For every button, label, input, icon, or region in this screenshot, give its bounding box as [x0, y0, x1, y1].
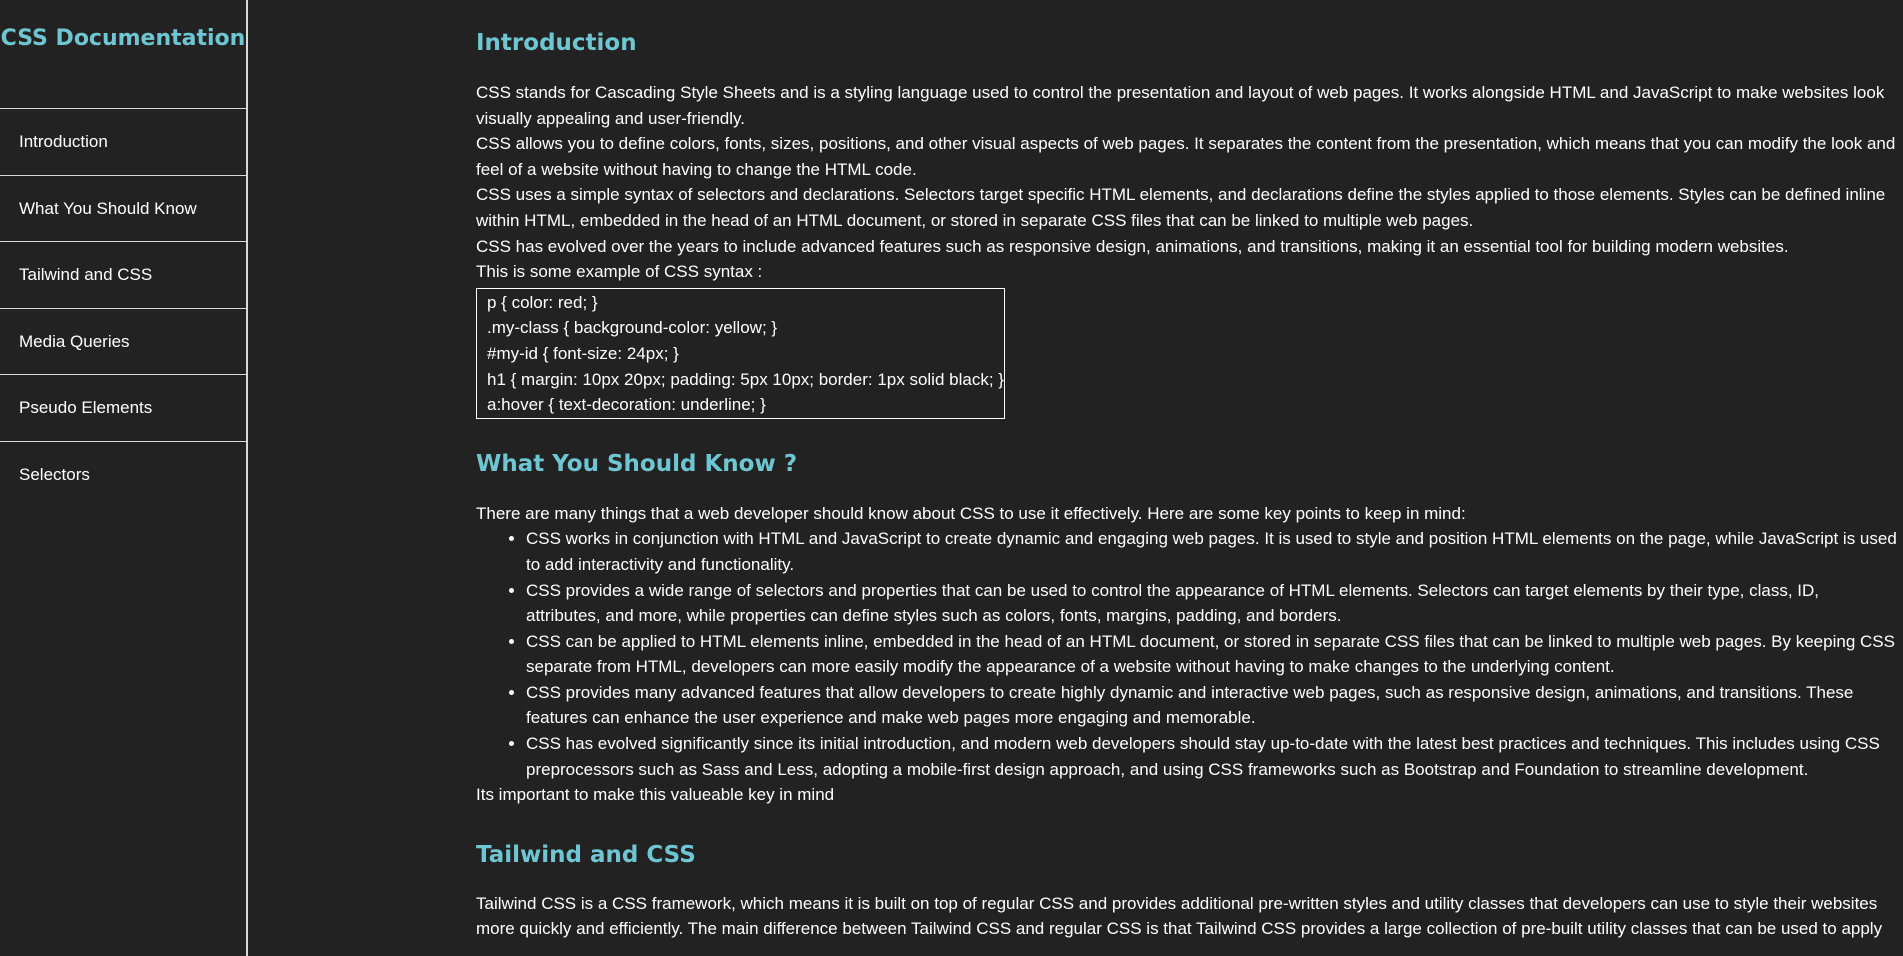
section-introduction: Introduction CSS stands for Cascading St…: [476, 28, 1897, 419]
main-doc: Introduction CSS stands for Cascading St…: [476, 0, 1897, 942]
intro-paragraph-5: This is some example of CSS syntax :: [476, 262, 763, 282]
section-tailwind-and-css: Tailwind and CSS Tailwind CSS is a CSS f…: [476, 840, 1897, 942]
nav-link-pseudo-elements[interactable]: Pseudo Elements: [0, 375, 246, 442]
section-title-tailwind-and-css: Tailwind and CSS: [476, 841, 696, 868]
nav-link-what-you-should-know[interactable]: What You Should Know: [0, 176, 246, 242]
list-item: CSS has evolved significantly since its …: [526, 731, 1897, 782]
intro-paragraph-2: CSS allows you to define colors, fonts, …: [476, 134, 1896, 179]
nav-link-tailwind-and-css[interactable]: Tailwind and CSS: [0, 242, 246, 309]
section-what-you-should-know: What You Should Know ? There are many th…: [476, 449, 1897, 808]
key-points-list: CSS works in conjunction with HTML and J…: [476, 526, 1897, 782]
wysk-intro: There are many things that a web develop…: [476, 503, 1466, 523]
nav-link-introduction[interactable]: Introduction: [0, 109, 246, 176]
list-item: CSS can be applied to HTML elements inli…: [526, 629, 1897, 680]
intro-paragraph-3: CSS uses a simple syntax of selectors an…: [476, 185, 1886, 230]
sidebar-nav: CSS Documentation Introduction What You …: [0, 0, 248, 956]
code-line: a:hover { text-decoration: underline; }: [487, 395, 766, 415]
code-line: .my-class { background-color: yellow; }: [487, 318, 778, 338]
section-title-what-you-should-know: What You Should Know ?: [476, 450, 798, 477]
list-item: CSS provides a wide range of selectors a…: [526, 578, 1897, 629]
nav-link-media-queries[interactable]: Media Queries: [0, 309, 246, 375]
tailwind-paragraph: Tailwind CSS is a CSS framework, which m…: [476, 893, 1883, 939]
nav-link-selectors[interactable]: Selectors: [0, 442, 246, 509]
code-line: #my-id { font-size: 24px; }: [487, 343, 679, 363]
code-line: h1 { margin: 10px 20px; padding: 5px 10p…: [487, 369, 1004, 389]
nav-title: CSS Documentation: [0, 0, 246, 109]
code-line: p { color: red; }: [487, 292, 598, 312]
list-item: CSS works in conjunction with HTML and J…: [526, 526, 1897, 577]
list-item: CSS provides many advanced features that…: [526, 680, 1897, 731]
code-example: p { color: red; } .my-class { background…: [476, 287, 1005, 419]
section-title-introduction: Introduction: [476, 30, 637, 56]
intro-paragraph-1: CSS stands for Cascading Style Sheets an…: [476, 83, 1885, 128]
wysk-outro: Its important to make this valueable key…: [476, 785, 835, 805]
intro-paragraph-4: CSS has evolved over the years to includ…: [476, 236, 1789, 256]
